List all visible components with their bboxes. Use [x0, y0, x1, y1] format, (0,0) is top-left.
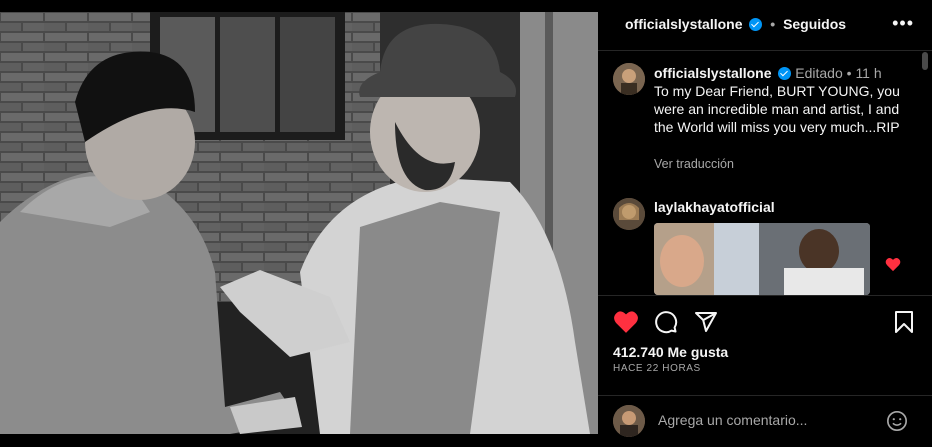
post-author: officialslystallone • Seguidos	[625, 16, 846, 32]
caption-avatar-image	[613, 63, 645, 95]
save-icon[interactable]	[894, 310, 914, 339]
post-photo[interactable]	[0, 12, 598, 434]
caption-time[interactable]: 11 h	[855, 65, 881, 81]
verified-badge-icon	[749, 18, 763, 31]
post-side-panel: officialslystallone • Seguidos ••• offic…	[598, 0, 932, 445]
comment-like-icon[interactable]	[885, 257, 901, 277]
comment-gif	[654, 223, 870, 295]
emoji-icon[interactable]	[886, 410, 908, 437]
current-user-avatar-image	[613, 405, 645, 437]
likes-count[interactable]: 412.740 Me gusta	[613, 344, 728, 360]
caption-username[interactable]: officialslystallone	[654, 65, 771, 81]
post-actions: 412.740 Me gusta HACE 22 HORAS Agrega un…	[598, 295, 932, 446]
like-icon[interactable]	[613, 310, 639, 339]
caption-avatar[interactable]	[613, 63, 645, 95]
scrollbar-thumb[interactable]	[922, 52, 928, 70]
comment-composer: Agrega un comentario...	[598, 395, 932, 447]
caption-text: To my Dear Friend, BURT YOUNG, you were …	[654, 83, 900, 135]
photo-illustration	[0, 12, 598, 434]
post-header: officialslystallone • Seguidos •••	[598, 0, 932, 51]
post-caption: officialslystallone Editado • 11 h To my…	[654, 64, 914, 136]
comment-input[interactable]: Agrega un comentario...	[658, 412, 807, 428]
comment-icon[interactable]	[654, 310, 678, 339]
post-timestamp[interactable]: HACE 22 HORAS	[613, 363, 701, 374]
comment-avatar[interactable]	[613, 198, 645, 230]
comments-scrollbar[interactable]	[921, 50, 929, 294]
author-username[interactable]: officialslystallone	[625, 16, 742, 32]
separator-dot: •	[770, 16, 776, 32]
current-user-avatar	[613, 405, 645, 437]
follow-status-button[interactable]: Seguidos	[783, 16, 846, 32]
comment-avatar-image	[613, 198, 645, 230]
comment-gif-image	[654, 223, 870, 295]
more-options-icon[interactable]: •••	[892, 13, 914, 34]
comment-username[interactable]: laylakhayatofficial	[654, 199, 775, 215]
verified-badge-icon	[778, 67, 792, 80]
share-icon[interactable]	[694, 310, 718, 339]
translate-link[interactable]: Ver traducción	[654, 157, 734, 171]
caption-edited: Editado	[795, 65, 843, 81]
